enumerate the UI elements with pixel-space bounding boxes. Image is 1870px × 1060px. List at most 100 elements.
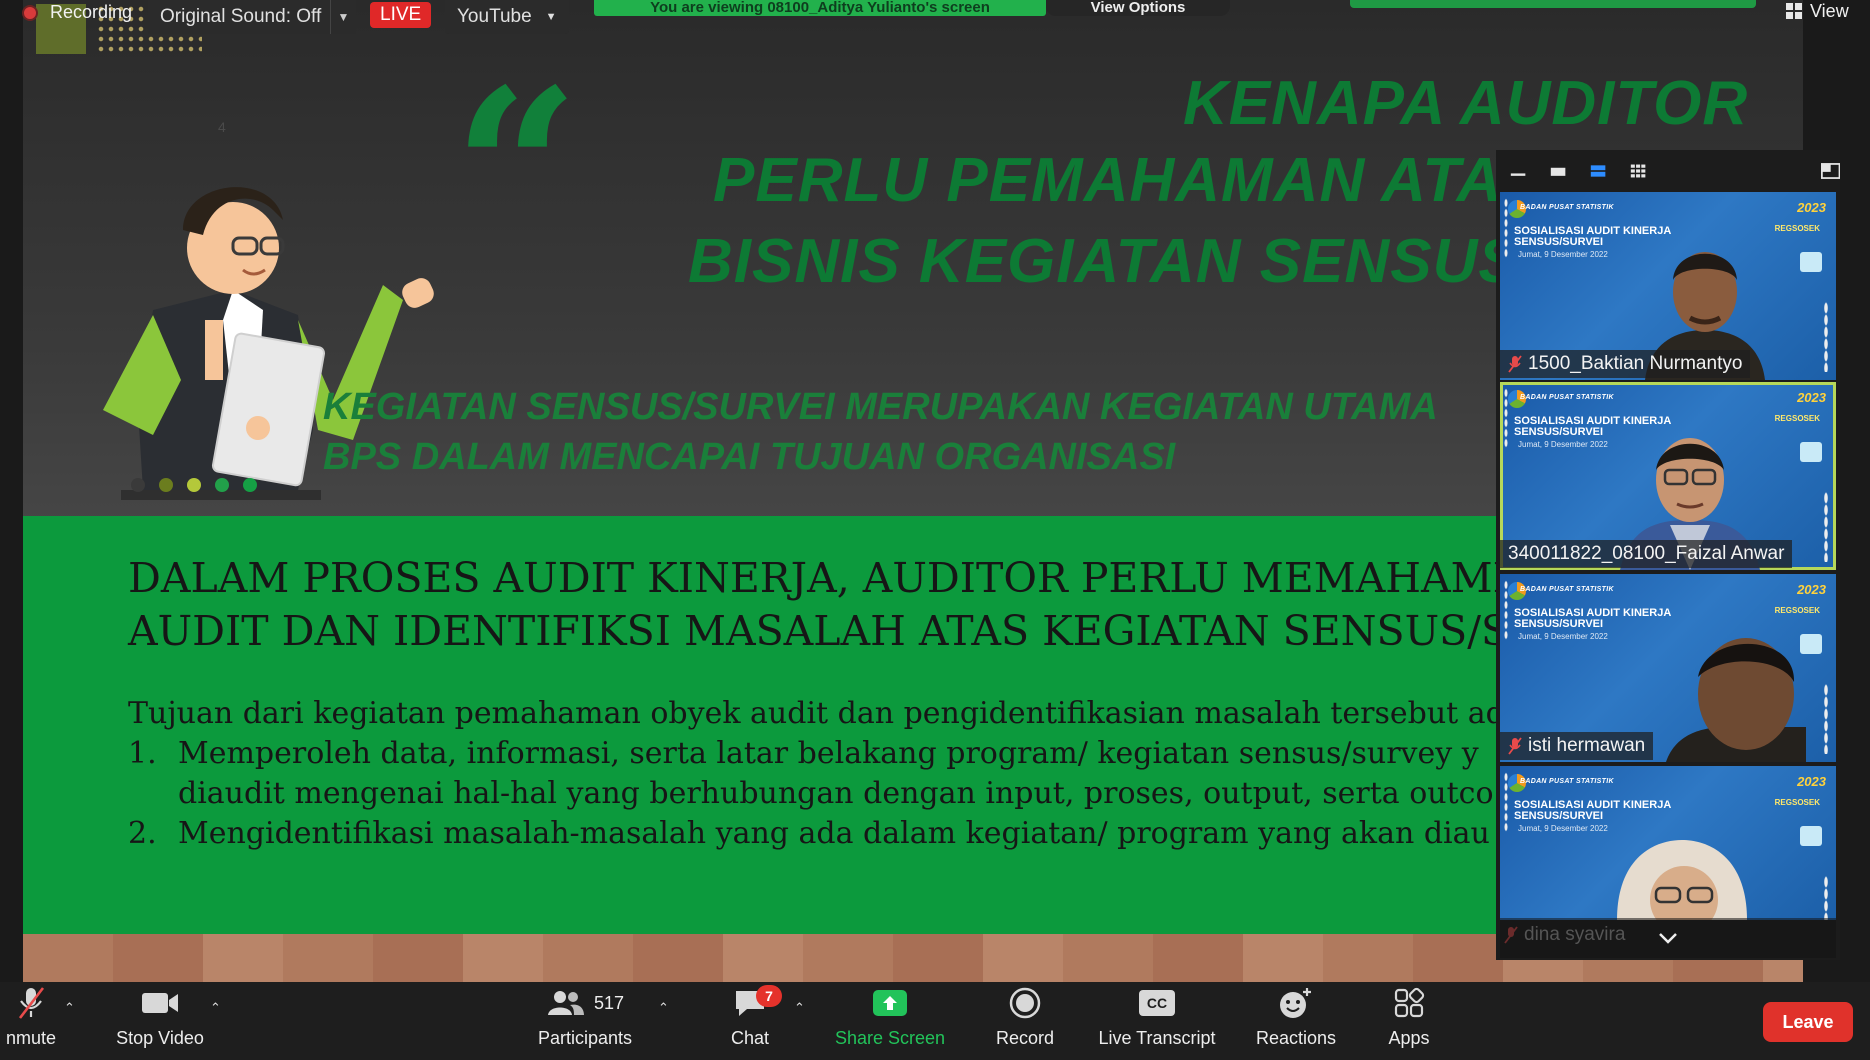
video-camera-icon [142, 993, 178, 1013]
view-button[interactable]: View [1786, 0, 1849, 22]
participants-label: Participants [537, 1028, 633, 1048]
chat-label: Chat [730, 1028, 770, 1048]
participant-tile[interactable]: BADAN PUSAT STATISTIK 2023 SOSIALISASI A… [1500, 766, 1836, 920]
tile-regsosek-label: REGSOSEK [1774, 224, 1820, 233]
slide-dot-2 [159, 478, 173, 492]
chevron-down-icon: ▼ [337, 10, 350, 24]
tile-year-label: 2023 [1797, 582, 1826, 597]
participants-icon [547, 991, 584, 1015]
tile-date: Jumat, 9 Desember 2022 [1518, 632, 1608, 641]
slide-dot-3 [187, 478, 201, 492]
view-options-button[interactable]: View Options [1046, 0, 1230, 16]
original-sound-dropdown[interactable]: ▼ [330, 0, 356, 34]
live-badge[interactable]: LIVE [370, 2, 432, 28]
record-button[interactable]: Record [988, 982, 1062, 1060]
microphone-muted-icon [18, 987, 45, 1019]
slide-list-item-2-line-1: Mengidentifikasi masalah-masalah yang ad… [178, 816, 1490, 851]
tile-org-label: BADAN PUSAT STATISTIK [1520, 394, 1614, 401]
tile-org-label: BADAN PUSAT STATISTIK [1520, 586, 1614, 593]
regsosek-logo-icon [1800, 826, 1822, 846]
recording-indicator-icon[interactable] [22, 5, 38, 21]
slide-list-number-1: 1. [128, 736, 157, 771]
slide-subheading-1: KEGIATAN SENSUS/SURVEI MERUPAKAN KEGIATA… [323, 386, 1438, 428]
regsosek-logo-icon [1800, 252, 1822, 272]
participant-name: 340011822_08100_Faizal Anwar [1508, 543, 1785, 564]
hide-video-icon[interactable] [1550, 162, 1566, 180]
live-transcript-button[interactable]: CC Live Transcript [1092, 982, 1222, 1060]
tile-date: Jumat, 9 Desember 2022 [1518, 824, 1608, 833]
meeting-controls-toolbar: nmute ⌃ Stop Video ⌃ 517 Participants ⌃ [0, 982, 1870, 1060]
apps-button[interactable]: Apps [1378, 982, 1440, 1060]
slide-heading-3: BISNIS KEGIATAN SENSUS/SU [688, 227, 1628, 296]
slide-band-title-1: DALAM PROSES AUDIT KINERJA, AUDITOR PERL… [128, 554, 1612, 602]
tile-regsosek-label: REGSOSEK [1774, 606, 1820, 615]
participant-count: 517 [593, 992, 625, 1013]
share-screen-button[interactable]: Share Screen [830, 982, 950, 1060]
view-options-label: View Options [1090, 0, 1186, 16]
gallery-scroll-down-button[interactable]: dina syavira [1500, 918, 1836, 958]
participants-button[interactable]: 517 Participants [530, 982, 640, 1060]
participant-name: dina syavira [1524, 924, 1626, 945]
leave-meeting-button[interactable]: Leave [1763, 1002, 1853, 1042]
speaker-view-icon[interactable] [1590, 162, 1606, 180]
participant-name: isti hermawan [1528, 735, 1646, 756]
grid-view-icon[interactable] [1630, 162, 1646, 180]
audio-options-caret[interactable]: ⌃ [64, 1000, 75, 1016]
slide-list-item-1-line-1: Memperoleh data, informasi, serta latar … [178, 736, 1479, 771]
participants-options-caret[interactable]: ⌃ [658, 1000, 669, 1016]
slide-list-number-2: 2. [128, 816, 157, 851]
share-screen-label: Share Screen [834, 1028, 946, 1048]
tile-year-label: 2023 [1797, 390, 1826, 405]
muted-mic-icon [1508, 355, 1522, 373]
slide-intro-text: Tujuan dari kegiatan pemahaman obyek aud… [128, 696, 1505, 731]
live-transcript-label: Live Transcript [1098, 1028, 1216, 1048]
slide-dot-decoration [131, 478, 257, 492]
muted-mic-icon [1504, 926, 1518, 944]
participant-tile-active-speaker[interactable]: BADAN PUSAT STATISTIK 2023 SOSIALISASI A… [1500, 382, 1836, 570]
minimize-video-icon[interactable] [1510, 162, 1526, 180]
recording-label[interactable]: Recording [50, 2, 132, 23]
record-icon [1009, 987, 1041, 1019]
stop-video-button[interactable]: Stop Video [104, 982, 216, 1060]
tile-title: SOSIALISASI AUDIT KINERJA SENSUS/SURVEI [1514, 607, 1671, 630]
svg-text:4: 4 [218, 119, 226, 135]
participant-video-person [1617, 840, 1747, 920]
participant-name-tag: 1500_Baktian Nurmantyo [1500, 350, 1751, 378]
view-label: View [1810, 0, 1849, 21]
participant-name: 1500_Baktian Nurmantyo [1528, 353, 1743, 374]
tile-title: SOSIALISASI AUDIT KINERJA SENSUS/SURVEI [1514, 799, 1671, 822]
participant-name-tag: isti hermawan [1500, 732, 1654, 760]
chat-options-caret[interactable]: ⌃ [794, 1000, 805, 1016]
stream-target-label: YouTube [457, 6, 532, 27]
viewing-screen-banner: You are viewing 08100_Aditya Yulianto's … [594, 0, 1046, 16]
reaction-smiley-icon [1280, 988, 1311, 1018]
reactions-button[interactable]: Reactions [1246, 982, 1346, 1060]
chevron-down-icon: ▼ [545, 11, 557, 23]
share-indicator-strip [1350, 0, 1756, 8]
tile-org-label: BADAN PUSAT STATISTIK [1520, 778, 1614, 785]
participant-name-tag: dina syavira [1504, 924, 1625, 946]
participant-tile[interactable]: BADAN PUSAT STATISTIK 2023 SOSIALISASI A… [1500, 192, 1836, 380]
stop-video-label: Stop Video [116, 1028, 204, 1048]
muted-mic-icon [1508, 737, 1522, 755]
reactions-label: Reactions [1255, 1028, 1337, 1048]
quote-mark-graphic: “ [453, 40, 580, 299]
pop-out-panel-icon[interactable] [1820, 162, 1841, 180]
tile-date: Jumat, 9 Desember 2022 [1518, 250, 1608, 259]
unmute-button[interactable]: nmute [0, 982, 62, 1060]
slide-heading-1: KENAPA AUDITOR [1183, 69, 1749, 138]
gallery-toolbar [1496, 150, 1841, 192]
live-stream-target-dropdown[interactable]: YouTube ▼ [445, 0, 569, 34]
tile-org-label: BADAN PUSAT STATISTIK [1520, 204, 1614, 211]
tile-year-label: 2023 [1797, 200, 1826, 215]
original-sound-button[interactable]: Original Sound: Off [148, 0, 334, 34]
participant-tile[interactable]: BADAN PUSAT STATISTIK 2023 SOSIALISASI A… [1500, 574, 1836, 762]
tile-regsosek-label: REGSOSEK [1774, 798, 1820, 807]
slide-dot-5 [243, 478, 257, 492]
participant-video-person [1666, 638, 1806, 762]
gallery-view-icon [1786, 3, 1802, 19]
video-options-caret[interactable]: ⌃ [210, 1000, 221, 1016]
chevron-down-icon [1659, 933, 1677, 944]
chat-unread-badge: 7 [756, 985, 782, 1007]
slide-dot-4 [215, 478, 229, 492]
